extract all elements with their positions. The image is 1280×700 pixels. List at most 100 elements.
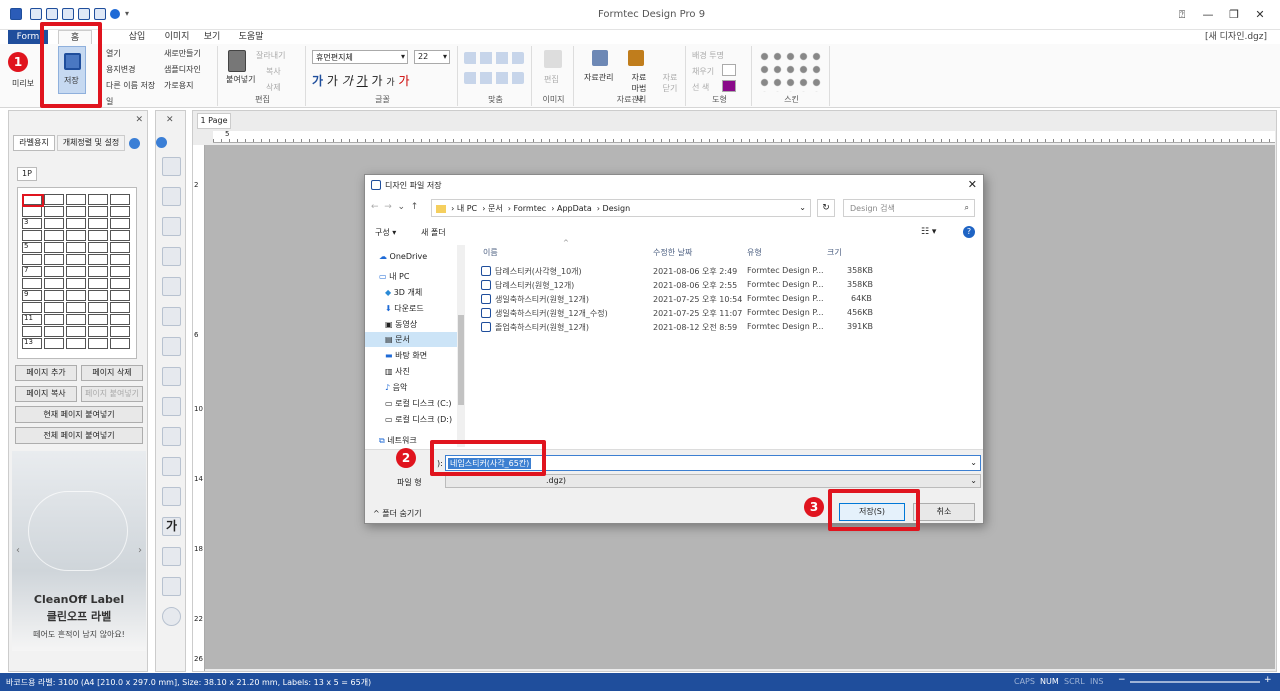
label-cell[interactable]: [66, 302, 86, 313]
nav-scrollbar[interactable]: [457, 245, 465, 447]
label-cell[interactable]: [44, 302, 64, 313]
label-cell[interactable]: [44, 290, 64, 301]
label-cell[interactable]: [44, 266, 64, 277]
hide-folders-toggle[interactable]: ^ 폴더 숨기기: [373, 508, 422, 519]
page-tab-1p[interactable]: 1P: [17, 167, 37, 181]
label-cell[interactable]: [22, 206, 42, 217]
minimize-button[interactable]: —: [1196, 6, 1220, 24]
sample-design-button[interactable]: 샘플디자인: [164, 64, 201, 75]
paste-all-pages-button[interactable]: 전체 페이지 붙여넣기: [15, 427, 143, 444]
label-cell[interactable]: [22, 230, 42, 241]
data-close-button[interactable]: 자료닫기: [660, 72, 680, 94]
zoom-slider[interactable]: [1130, 681, 1260, 683]
view-options-icon[interactable]: ☷ ▾: [921, 227, 936, 237]
image-tool-icon[interactable]: [162, 427, 181, 446]
label-cell[interactable]: [44, 314, 64, 325]
col-date[interactable]: 수정한 날짜: [653, 247, 692, 258]
print-quick-icon[interactable]: [46, 8, 58, 20]
label-cell[interactable]: [44, 194, 64, 205]
label-cell[interactable]: [22, 254, 42, 265]
open-button[interactable]: 열기: [106, 48, 121, 59]
label-cell[interactable]: [66, 266, 86, 277]
font-size-select[interactable]: 22 ▾: [414, 50, 450, 64]
dialog-cancel-button[interactable]: 취소: [913, 503, 975, 521]
qr-code-tool-icon[interactable]: [162, 337, 181, 356]
label-cell[interactable]: [110, 206, 130, 217]
list-tool-icon[interactable]: [162, 487, 181, 506]
label-cell[interactable]: [110, 278, 130, 289]
label-cell[interactable]: [110, 326, 130, 337]
label-cell[interactable]: [44, 218, 64, 229]
address-bar[interactable]: › 내 PC › 문서 › Formtec › AppData › Design…: [431, 199, 811, 217]
nav-onedrive[interactable]: ☁ OneDrive: [379, 249, 427, 264]
paste-page-button[interactable]: 페이지 붙여넣기: [81, 386, 143, 402]
panel-arrow-icon[interactable]: [129, 138, 140, 149]
col-size[interactable]: 크기: [827, 247, 842, 258]
search-input[interactable]: Design 검색 ⌕: [843, 199, 975, 217]
line-color-picker[interactable]: [722, 80, 736, 92]
file-row[interactable]: 답례스티커(원형_12개) 2021-08-06 오후 2:55 Formtec…: [477, 279, 897, 293]
text-box-tool-icon[interactable]: [162, 217, 181, 236]
label-cell[interactable]: [66, 254, 86, 265]
move-tool-icon[interactable]: [162, 187, 181, 206]
label-cell[interactable]: [66, 278, 86, 289]
label-cell[interactable]: [110, 290, 130, 301]
disc-tool-icon[interactable]: [162, 607, 181, 626]
file-row[interactable]: 생일축하스티커(원형_12개) 2021-07-25 오후 10:54 Form…: [477, 293, 897, 307]
paste-current-page-button[interactable]: 현재 페이지 붙여넣기: [15, 406, 143, 423]
font-tool-icon[interactable]: 가: [162, 517, 181, 536]
new-folder-button[interactable]: 새 폴더: [421, 227, 446, 238]
redo-quick-icon[interactable]: [94, 8, 106, 20]
col-type[interactable]: 유형: [747, 247, 762, 258]
label-cell[interactable]: [88, 230, 108, 241]
file-row[interactable]: 답례스티커(사각형_10개) 2021-08-06 오후 2:49 Formte…: [477, 265, 897, 279]
font-style-buttons[interactable]: 가 가 가 가 가 가 가: [312, 72, 410, 89]
crumb[interactable]: 문서: [488, 204, 503, 213]
label-cell[interactable]: [88, 194, 108, 205]
filetype-select[interactable]: .dgz) ⌄: [445, 474, 981, 488]
image-edit-button[interactable]: 편집: [544, 74, 559, 85]
file-row[interactable]: 생일축하스티커(원형_12개_수정) 2021-07-25 오후 11:07 F…: [477, 307, 897, 321]
zoom-in-icon[interactable]: +: [1264, 675, 1272, 685]
file-row[interactable]: 졸업축하스티커(원형_12개) 2021-08-12 오전 8:59 Formt…: [477, 321, 897, 335]
toolstrip-close-icon[interactable]: ✕: [166, 115, 174, 125]
text-tool-icon[interactable]: [162, 307, 181, 326]
change-paper-button[interactable]: 용지변경: [106, 64, 135, 75]
clipart-tool-icon[interactable]: [162, 547, 181, 566]
bg-transparent-checkbox[interactable]: 배경 투명: [692, 50, 724, 61]
nav-network[interactable]: ⧉ 네트워크: [379, 433, 417, 448]
barcode2-tool-icon[interactable]: [162, 397, 181, 416]
align-row-icon[interactable]: [464, 52, 524, 64]
tab-help[interactable]: 도움말: [234, 30, 268, 44]
label-cell[interactable]: [88, 254, 108, 265]
label-cell[interactable]: [88, 206, 108, 217]
toolstrip-arrow-icon[interactable]: [156, 137, 167, 148]
label-cell[interactable]: [88, 218, 108, 229]
label-cell[interactable]: [44, 230, 64, 241]
label-cell[interactable]: [66, 230, 86, 241]
label-cell[interactable]: [66, 290, 86, 301]
organize-button[interactable]: 구성 ▾: [375, 227, 396, 238]
delete-page-button[interactable]: 페이지 삭제: [81, 365, 143, 381]
crumb[interactable]: Formtec: [514, 204, 547, 213]
photo-tool-icon[interactable]: [162, 577, 181, 596]
crumb[interactable]: Design: [603, 204, 631, 213]
label-cell[interactable]: [88, 242, 108, 253]
quick-access-dropdown-icon[interactable]: ▾: [125, 9, 129, 18]
label-cell[interactable]: [66, 242, 86, 253]
barcode-tool-icon[interactable]: [162, 367, 181, 386]
label-cell[interactable]: [66, 314, 86, 325]
label-cell[interactable]: [110, 338, 130, 349]
crumb[interactable]: 내 PC: [457, 204, 477, 213]
label-cell[interactable]: [22, 326, 42, 337]
save-quick-icon[interactable]: [30, 8, 42, 20]
filename-dropdown-icon[interactable]: ⌄: [970, 458, 977, 467]
label-cell[interactable]: [88, 290, 108, 301]
label-cell[interactable]: [66, 326, 86, 337]
vertical-text-tool-icon[interactable]: [162, 277, 181, 296]
clean-off-ad[interactable]: ‹ › CleanOff Label 클린오프 라벨 떼어도 흔적이 남지 않아…: [12, 451, 146, 651]
tab-image[interactable]: 이미지: [162, 30, 192, 44]
fill-color-picker[interactable]: [722, 64, 736, 76]
copy-page-button[interactable]: 페이지 복사: [15, 386, 77, 402]
label-cell[interactable]: [44, 278, 64, 289]
